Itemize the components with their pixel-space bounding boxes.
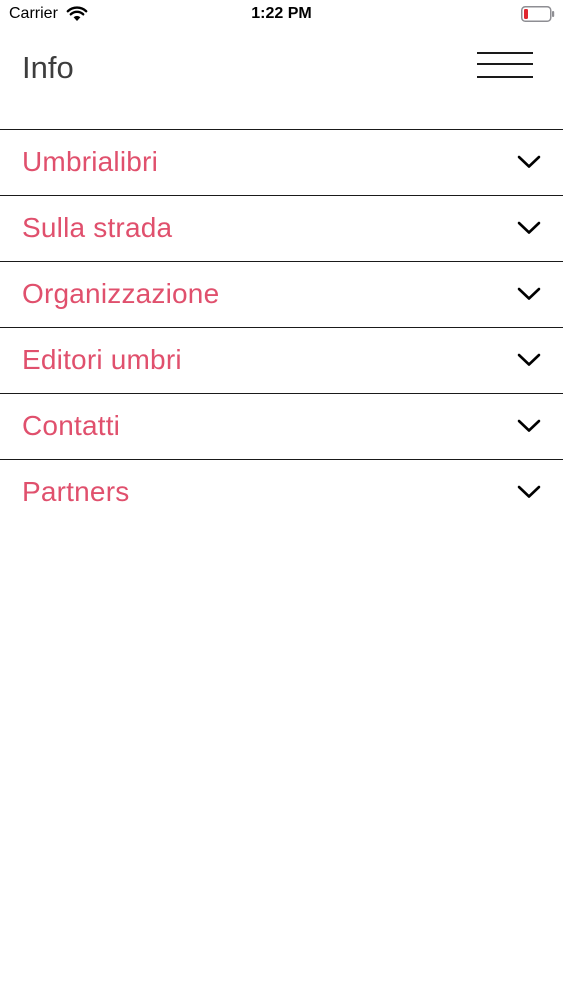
status-time: 1:22 PM [251, 5, 312, 22]
chevron-down-icon [517, 419, 541, 432]
accordion-item-sulla-strada[interactable]: Sulla strada [0, 196, 563, 262]
accordion-item-label: Umbrialibri [22, 146, 158, 177]
chevron-down-icon [517, 485, 541, 498]
accordion-item-umbrialibri[interactable]: Umbrialibri [0, 130, 563, 196]
chevron-down-icon [517, 353, 541, 366]
accordion-item-partners[interactable]: Partners [0, 460, 563, 525]
accordion-item-label: Partners [22, 476, 130, 507]
status-bar: Carrier 1:22 PM [0, 0, 563, 30]
battery-icon [521, 6, 555, 22]
menu-line-top [477, 52, 533, 54]
accordion-item-label: Editori umbri [22, 344, 182, 375]
accordion-item-label: Sulla strada [22, 212, 173, 243]
menu-line-bottom [477, 76, 533, 78]
chevron-down-icon [517, 155, 541, 168]
accordion-item-organizzazione[interactable]: Organizzazione [0, 262, 563, 328]
accordion-item-editori-umbri[interactable]: Editori umbri [0, 328, 563, 394]
accordion-item-contatti[interactable]: Contatti [0, 394, 563, 460]
hamburger-menu-button[interactable] [477, 50, 535, 80]
info-accordion-list: Umbrialibri Sulla strada Organizzazione … [0, 129, 563, 525]
chevron-down-icon [517, 287, 541, 300]
chevron-down-icon [517, 221, 541, 234]
page-title: Info [22, 50, 74, 85]
menu-line-middle [477, 63, 533, 65]
accordion-item-label: Contatti [22, 410, 121, 441]
accordion-item-label: Organizzazione [22, 278, 220, 309]
navigation-header: Info [0, 30, 563, 130]
